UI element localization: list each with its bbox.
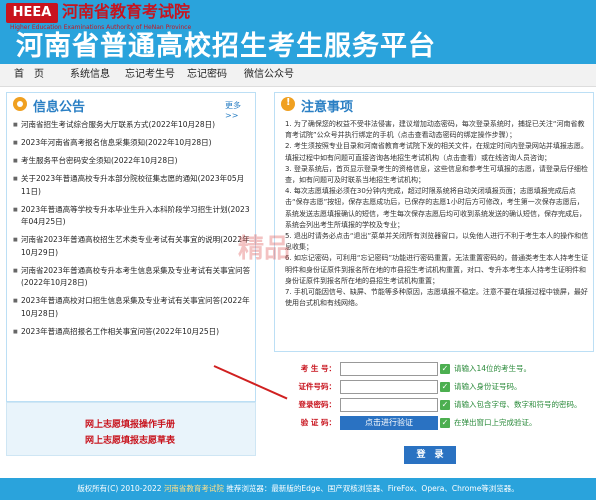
notice-item[interactable]: 2023年河南省高考报名信息采集须知(2022年10月28日) bbox=[13, 137, 251, 150]
warning-item: 3. 登录系统后，首页显示登录考生的资格信息，这些信息和参考生可填报的志愿，请登… bbox=[285, 164, 588, 185]
notice-item[interactable]: 考生服务平台密码安全须知(2022年10月28日) bbox=[13, 155, 251, 168]
org-link[interactable]: 河南省教育考试院 bbox=[164, 484, 224, 493]
verify-hint: 在弹出窗口上完成验证。 bbox=[454, 418, 537, 427]
heea-logo[interactable]: HEEA bbox=[6, 3, 58, 23]
notice-item[interactable]: 2023年普通高招报名工作相关事宜问答(2022年10月25日) bbox=[13, 326, 251, 339]
warning-item: 2. 考生须按照专业目录和河南省教育考试院下发的相关文件，在规定时间内登录网站并… bbox=[285, 142, 588, 162]
notice-icon bbox=[13, 97, 27, 111]
copyright-text: 版权所有(C) 2010-2022 bbox=[77, 484, 162, 493]
warning-item: 1. 为了确保您的权益不受非法侵害，建议增加动态密码，每次登录系统时，捕捉已关注… bbox=[285, 120, 585, 140]
password-row: 登录密码： ✓ 请输入包含字母、数字和符号的密码。 bbox=[274, 398, 592, 412]
exam-id-input[interactable] bbox=[340, 362, 438, 376]
guide-box: 网上志愿填报操作手册 网上志愿填报志愿草表 bbox=[6, 402, 256, 456]
notice-item[interactable]: 2023年普通高校对口招生信息采集及专业考试有关事宜问答(2022年10月28日… bbox=[13, 295, 251, 320]
nav-wechat[interactable]: 微信公众号 bbox=[244, 64, 294, 86]
notice-item[interactable]: 2023年普通高等学校专升本毕业生升入本科阶段学习招生计划(2023年04月25… bbox=[13, 204, 251, 229]
verify-row: 验 证 码： 点击进行验证 ✓ 在弹出窗口上完成验证。 bbox=[274, 416, 592, 430]
nav-home[interactable]: 首 页 bbox=[14, 64, 44, 86]
draft-sheet-link[interactable]: 网上志愿填报志愿草表 bbox=[85, 433, 175, 446]
id-card-hint: 请输入身份证号码。 bbox=[454, 382, 522, 391]
id-card-label: 证件号码： bbox=[298, 382, 337, 391]
browser-recommendation: 推荐浏览器：最新版的Edge、国产双核浏览器、FireFox、Opera、Chr… bbox=[226, 484, 519, 493]
check-icon: ✓ bbox=[440, 382, 450, 392]
warnings-title: 注意事项 bbox=[301, 100, 354, 115]
nav-system-info[interactable]: 系统信息 bbox=[70, 64, 110, 86]
notice-list: 河南省招生考试综合服务大厅联系方式(2022年10月28日) 2023年河南省高… bbox=[13, 119, 251, 344]
site-footer: 版权所有(C) 2010-2022 河南省教育考试院 推荐浏览器：最新版的Edg… bbox=[0, 478, 596, 500]
login-button[interactable]: 登 录 bbox=[404, 446, 456, 464]
more-link[interactable]: 更多 >> bbox=[225, 100, 255, 120]
notice-item[interactable]: 关于2023年普通高校专升本部分院校征集志愿的通知(2023年05月11日) bbox=[13, 173, 251, 198]
manual-link[interactable]: 网上志愿填报操作手册 bbox=[85, 417, 175, 430]
warning-item: 5. 退出时请务必点击“退出”菜单并关闭所有浏览器窗口，以免他人进行不利于考生本… bbox=[285, 232, 589, 252]
exam-id-hint: 请输入14位的考生号。 bbox=[454, 364, 532, 373]
notice-panel: 信息公告 更多 >> 河南省招生考试综合服务大厅联系方式(2022年10月28日… bbox=[6, 92, 256, 402]
site-header: HEEA 河南省教育考试院 Higher Education Examinati… bbox=[0, 0, 596, 64]
exam-id-label: 考 生 号： bbox=[300, 364, 336, 373]
password-hint: 请输入包含字母、数字和符号的密码。 bbox=[454, 400, 582, 409]
org-name-cn: 河南省教育考试院 bbox=[62, 2, 191, 21]
id-card-row: 证件号码： ✓ 请输入身份证号码。 bbox=[274, 380, 592, 394]
verify-button[interactable]: 点击进行验证 bbox=[340, 416, 438, 430]
notice-title: 信息公告 bbox=[33, 100, 86, 115]
check-icon: ✓ bbox=[440, 400, 450, 410]
warning-item: 6. 如忘记密码，可利用“忘记密码”功能进行密码重置，无法重置密码的，普通类考生… bbox=[285, 254, 589, 285]
warnings-panel: 注意事项 1. 为了确保您的权益不受非法侵害，建议增加动态密码，每次登录系统时，… bbox=[274, 92, 594, 352]
exam-id-row: 考 生 号： ✓ 请输入14位的考生号。 bbox=[274, 362, 592, 376]
nav-forgot-password[interactable]: 忘记密码 bbox=[187, 64, 227, 86]
verify-label: 验 证 码： bbox=[300, 418, 336, 427]
platform-title: 河南省普通高校招生考生服务平台 bbox=[16, 31, 436, 62]
notice-item[interactable]: 河南省2023年普通高校招生艺术类专业考试有关事宜的说明(2022年10月29日… bbox=[13, 234, 251, 259]
warning-item: 4. 每次志愿填报必须在30分钟内完成，超过时限系统将自动关闭填报页面；志愿填报… bbox=[285, 187, 586, 229]
warning-icon bbox=[281, 97, 295, 111]
main-nav: 首 页 系统信息 忘记考生号 忘记密码 微信公众号 bbox=[0, 64, 596, 87]
notice-item[interactable]: 河南省2023年普通高校专升本考生信息采集及专业考试有关事宜问答(2022年10… bbox=[13, 265, 251, 290]
warnings-list: 1. 为了确保您的权益不受非法侵害，建议增加动态密码，每次登录系统时，捕捉已关注… bbox=[285, 119, 589, 309]
watermark: 精品 bbox=[238, 234, 291, 264]
warning-item: 7. 手机可能因信号、缺屏、节能等多种原因，志愿填报不稳定。注意不要在填报过程中… bbox=[285, 288, 588, 308]
password-input[interactable] bbox=[340, 398, 438, 412]
id-card-input[interactable] bbox=[340, 380, 438, 394]
check-icon: ✓ bbox=[440, 364, 450, 374]
notice-item[interactable]: 河南省招生考试综合服务大厅联系方式(2022年10月28日) bbox=[13, 119, 251, 132]
check-icon: ✓ bbox=[440, 418, 450, 428]
nav-forgot-exam-id[interactable]: 忘记考生号 bbox=[125, 64, 175, 86]
password-label: 登录密码： bbox=[298, 400, 337, 409]
